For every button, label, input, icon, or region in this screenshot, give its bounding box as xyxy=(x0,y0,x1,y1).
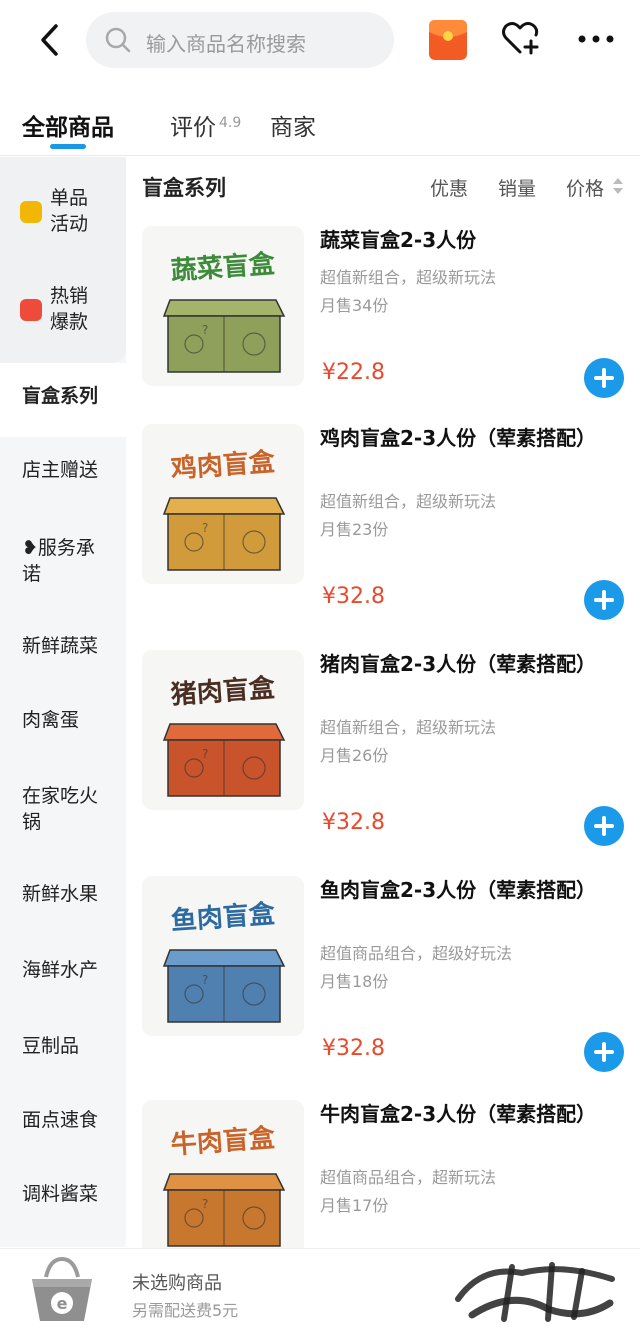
product-description: 超值商品组合，超级好玩法 xyxy=(320,944,513,963)
rating-value: 4.9 xyxy=(219,115,242,131)
box-title: 牛肉盲盒 xyxy=(170,1122,277,1160)
sidebar-item-label: 热销 爆款 xyxy=(50,285,89,333)
box-title: 蔬菜盲盒 xyxy=(170,248,277,286)
monthly-sales: 月售26份 xyxy=(320,746,389,765)
product-image: 蔬菜盲盒? xyxy=(142,226,304,386)
product-card[interactable]: 蔬菜盲盒? 蔬菜盲盒2-3人份超值新组合，超级新玩法 月售34份 ¥22.8 xyxy=(130,226,640,450)
sidebar-item-label: 新鲜水果 xyxy=(22,883,99,905)
box-title: 猪肉盲盒 xyxy=(170,672,277,710)
product-description: 超值新组合，超级新玩法 xyxy=(320,718,497,737)
red-packet-button[interactable] xyxy=(428,18,468,62)
sidebar-item-label: 单品 活动 xyxy=(50,187,89,235)
svg-text:?: ? xyxy=(202,747,208,761)
product-description: 超值商品组合，超新玩法 xyxy=(320,1168,497,1187)
product-card[interactable]: 鸡肉盲盒? 鸡肉盲盒2-3人份（荤素搭配） 超值新组合，超级新玩法 月售23份 ¥32.… xyxy=(130,424,640,648)
delivery-fee-text: 另需配送费5元 xyxy=(132,1301,239,1320)
product-card[interactable]: 鱼肉盲盒? 鱼肉盲盒2-3人份（荤素搭配） 超值商品组合，超级好玩法 月售18份 ¥32… xyxy=(130,876,640,1100)
store-tabs: 全部商品 评价 4.9 商家 xyxy=(0,84,640,156)
product-price: ¥32.8 xyxy=(322,810,385,835)
red-packet-icon xyxy=(429,20,467,60)
sidebar-item-label: 豆制品 xyxy=(22,1035,80,1057)
svg-text:?: ? xyxy=(202,973,208,987)
search-input[interactable]: 输入商品名称搜索 xyxy=(86,12,394,68)
svg-text:?: ? xyxy=(202,1197,208,1211)
sidebar-item-label: 海鲜水产 xyxy=(22,959,99,981)
product-name: 牛肉盲盒2-3人份（荤素搭配） xyxy=(320,1102,597,1126)
shopping-basket-icon: e xyxy=(32,1256,92,1321)
product-price: ¥32.8 xyxy=(322,1036,385,1061)
product-price: ¥22.8 xyxy=(322,360,385,385)
product-name: 鱼肉盲盒2-3人份（荤素搭配） xyxy=(320,878,597,902)
monthly-sales: 月售17份 xyxy=(320,1196,389,1215)
tab-reviews-label: 评价 xyxy=(170,115,216,141)
heart-plus-icon xyxy=(502,22,539,55)
more-dots-icon xyxy=(578,35,614,43)
sort-discount[interactable]: 优惠 xyxy=(430,174,468,201)
product-image: 鱼肉盲盒? xyxy=(142,876,304,1036)
cart-empty-text: 未选购商品 xyxy=(132,1273,222,1294)
product-image: 猪肉盲盒? xyxy=(142,650,304,810)
top-bar: 输入商品名称搜索 xyxy=(0,0,640,84)
category-badge-icon xyxy=(20,201,42,223)
add-to-cart-button[interactable] xyxy=(584,1032,624,1072)
watermark-logo xyxy=(455,1262,615,1322)
tab-merchant[interactable]: 商家 xyxy=(270,108,316,142)
sidebar-item-label: 店主赠送 xyxy=(22,459,99,481)
sidebar-item-label: 在家吃火 锅 xyxy=(22,785,99,833)
svg-text:e: e xyxy=(57,1294,68,1313)
sidebar-item-label: 盲盒系列 xyxy=(22,385,99,407)
more-button[interactable] xyxy=(574,24,618,54)
product-card[interactable]: 猪肉盲盒? 猪肉盲盒2-3人份（荤素搭配） 超值新组合，超级新玩法 月售26份 ¥32.… xyxy=(130,650,640,874)
sidebar-item-label: 肉禽蛋 xyxy=(22,709,80,731)
svg-text:?: ? xyxy=(202,521,208,535)
box-title: 鸡肉盲盒 xyxy=(169,446,277,484)
back-button[interactable] xyxy=(30,18,74,62)
product-name: 猪肉盲盒2-3人份（荤素搭配） xyxy=(320,652,597,676)
search-placeholder: 输入商品名称搜索 xyxy=(146,32,306,56)
category-badge-icon xyxy=(20,299,42,321)
sort-sales[interactable]: 销量 xyxy=(498,174,536,201)
product-description: 超值新组合，超级新玩法 xyxy=(320,492,497,511)
sidebar-item-label: 面点速食 xyxy=(22,1109,99,1131)
monthly-sales: 月售23份 xyxy=(320,520,389,539)
product-price: ¥32.8 xyxy=(322,584,385,609)
cart-bar: e 未选购商品 另需配送费5元 xyxy=(0,1248,640,1329)
back-arrow-icon xyxy=(41,24,58,56)
box-title: 鱼肉盲盒 xyxy=(170,898,277,936)
product-image: 牛肉盲盒? xyxy=(142,1100,304,1260)
active-tab-indicator xyxy=(50,144,86,149)
monthly-sales: 月售34份 xyxy=(320,296,389,315)
add-to-cart-button[interactable] xyxy=(584,358,624,398)
product-image: 鸡肉盲盒? xyxy=(142,424,304,584)
tab-all-products[interactable]: 全部商品 xyxy=(22,108,114,142)
sort-price[interactable]: 价格 xyxy=(566,174,604,201)
sidebar-item-label: 新鲜蔬菜 xyxy=(22,635,99,657)
tab-reviews[interactable]: 评价 4.9 xyxy=(170,108,241,142)
section-title: 盲盒系列 xyxy=(142,176,226,200)
add-to-cart-button[interactable] xyxy=(584,580,624,620)
search-icon xyxy=(105,27,131,53)
sidebar-item-label: ❥服务承 诺 xyxy=(22,537,95,585)
category-sidebar: 单品 活动热销 爆款盲盒系列店主赠送 ❥服务承 诺新鲜蔬菜肉禽蛋在家吃火 锅新鲜水… xyxy=(0,157,126,1247)
sort-arrows-icon xyxy=(613,178,623,194)
product-description: 超值新组合，超级新玩法 xyxy=(320,268,497,287)
cart-button[interactable]: e xyxy=(26,1255,98,1325)
add-to-cart-button[interactable] xyxy=(584,806,624,846)
sidebar-item-label: 调料酱菜 xyxy=(22,1183,99,1205)
svg-text:?: ? xyxy=(202,323,208,337)
product-name: 鸡肉盲盒2-3人份（荤素搭配） xyxy=(320,426,597,450)
monthly-sales: 月售18份 xyxy=(320,972,389,991)
favorite-button[interactable] xyxy=(498,16,542,60)
product-name: 蔬菜盲盒2-3人份 xyxy=(320,228,477,252)
